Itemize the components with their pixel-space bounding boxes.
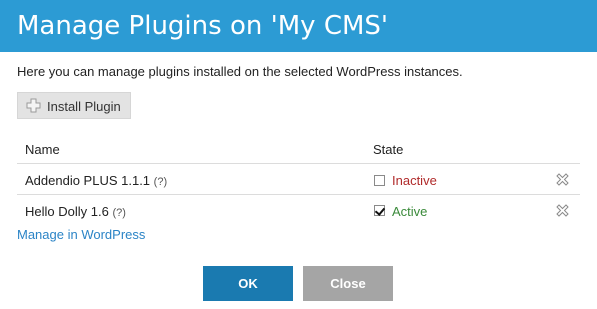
manage-in-wordpress-link[interactable]: Manage in WordPress: [17, 227, 145, 242]
remove-icon[interactable]: [555, 172, 570, 187]
dialog-title-bar: Manage Plugins on 'My CMS': [0, 0, 597, 52]
plugin-state-checkbox[interactable]: [374, 175, 385, 186]
help-link[interactable]: (?): [154, 176, 167, 188]
plugin-state-label: Inactive: [392, 173, 437, 188]
header-divider: [17, 163, 580, 164]
intro-text: Here you can manage plugins installed on…: [17, 64, 463, 79]
plus-icon: [26, 98, 41, 113]
plugin-row-name: Hello Dolly 1.6 (?): [25, 204, 126, 219]
plugin-name: Addendio PLUS 1.1.1: [25, 173, 151, 188]
plugin-row-name: Addendio PLUS 1.1.1 (?): [25, 173, 167, 188]
plugin-name: Hello Dolly 1.6: [25, 204, 109, 219]
help-link[interactable]: (?): [112, 207, 125, 219]
close-button[interactable]: Close: [303, 266, 393, 301]
column-header-name: Name: [25, 142, 60, 157]
plugin-state-label: Active: [392, 204, 428, 219]
ok-button[interactable]: OK: [203, 266, 293, 301]
plugin-state-checkbox[interactable]: [374, 205, 385, 216]
remove-icon[interactable]: [555, 203, 570, 218]
row-divider: [17, 194, 580, 195]
dialog-title: Manage Plugins on 'My CMS': [17, 11, 389, 41]
install-plugin-label: Install Plugin: [47, 99, 121, 114]
install-plugin-button[interactable]: Install Plugin: [17, 92, 131, 119]
column-header-state: State: [373, 142, 404, 157]
